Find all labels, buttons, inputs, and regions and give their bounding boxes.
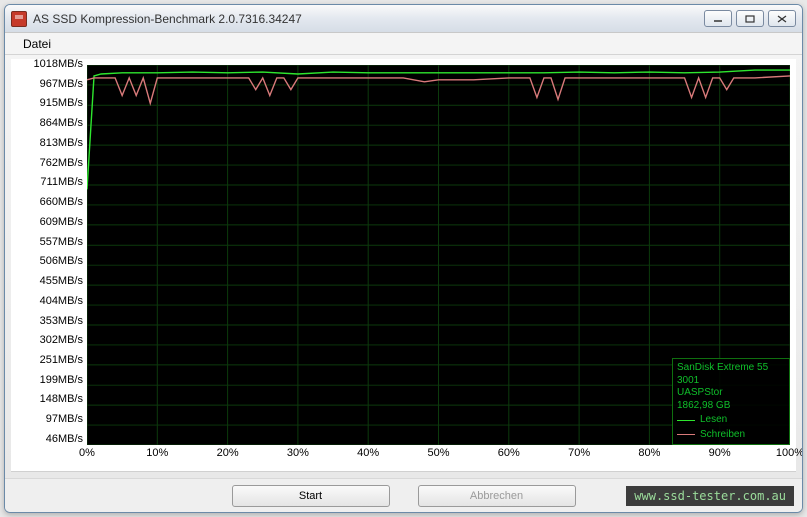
start-button[interactable]: Start xyxy=(232,485,390,507)
app-window: AS SSD Kompression-Benchmark 2.0.7316.34… xyxy=(4,4,803,513)
legend-write-row: Schreiben xyxy=(677,429,785,442)
minimize-icon xyxy=(713,15,723,23)
y-tick-label: 353MB/s xyxy=(11,316,83,327)
legend-write-label: Schreiben xyxy=(700,429,745,442)
legend-device: SanDisk Extreme 55 xyxy=(677,362,785,375)
y-tick-label: 967MB/s xyxy=(11,79,83,90)
y-tick-label: 97MB/s xyxy=(11,414,83,425)
x-tick-label: 90% xyxy=(709,447,731,459)
y-tick-label: 199MB/s xyxy=(11,375,83,386)
titlebar: AS SSD Kompression-Benchmark 2.0.7316.34… xyxy=(5,5,802,33)
y-tick-label: 711MB/s xyxy=(11,177,83,188)
x-tick-label: 70% xyxy=(568,447,590,459)
y-tick-label: 46MB/s xyxy=(11,434,83,445)
y-tick-label: 864MB/s xyxy=(11,118,83,129)
legend-capacity: 1862,98 GB xyxy=(677,400,785,413)
cancel-button: Abbrechen xyxy=(418,485,576,507)
y-tick-label: 251MB/s xyxy=(11,355,83,366)
y-tick-label: 455MB/s xyxy=(11,276,83,287)
client-area: 1018MB/s 967MB/s 915MB/s 864MB/s 813MB/s 762M… xyxy=(11,59,796,472)
x-tick-label: 20% xyxy=(217,447,239,459)
x-tick-label: 30% xyxy=(287,447,309,459)
y-tick-label: 762MB/s xyxy=(11,158,83,169)
y-tick-label: 506MB/s xyxy=(11,256,83,267)
window-title: AS SSD Kompression-Benchmark 2.0.7316.34… xyxy=(33,12,704,26)
menubar: Datei xyxy=(5,33,802,55)
y-tick-label: 148MB/s xyxy=(11,394,83,405)
legend-box: SanDisk Extreme 55 3001 UASPStor 1862,98… xyxy=(672,358,790,445)
legend-model: 3001 xyxy=(677,375,785,388)
y-tick-label: 404MB/s xyxy=(11,296,83,307)
x-tick-label: 0% xyxy=(79,447,95,459)
minimize-button[interactable] xyxy=(704,10,732,27)
legend-read-swatch xyxy=(677,420,695,421)
legend-write-swatch xyxy=(677,434,695,435)
watermark: www.ssd-tester.com.au xyxy=(626,486,794,506)
y-tick-label: 302MB/s xyxy=(11,335,83,346)
y-tick-label: 557MB/s xyxy=(11,237,83,248)
y-tick-label: 1018MB/s xyxy=(11,59,83,70)
x-axis-labels: 0%10%20%30%40%50%60%70%80%90%100% xyxy=(87,447,790,463)
x-tick-label: 50% xyxy=(427,447,449,459)
legend-read-label: Lesen xyxy=(700,414,727,427)
y-tick-label: 915MB/s xyxy=(11,98,83,109)
y-axis-labels: 1018MB/s 967MB/s 915MB/s 864MB/s 813MB/s 762M… xyxy=(11,59,87,445)
x-tick-label: 60% xyxy=(498,447,520,459)
maximize-button[interactable] xyxy=(736,10,764,27)
menu-file[interactable]: Datei xyxy=(15,35,59,53)
legend-controller: UASPStor xyxy=(677,387,785,400)
maximize-icon xyxy=(745,15,755,23)
y-tick-label: 660MB/s xyxy=(11,197,83,208)
x-tick-label: 40% xyxy=(357,447,379,459)
chart-area: 1018MB/s 967MB/s 915MB/s 864MB/s 813MB/s 762M… xyxy=(11,59,796,471)
x-tick-label: 10% xyxy=(146,447,168,459)
x-tick-label: 80% xyxy=(638,447,660,459)
legend-read-row: Lesen xyxy=(677,414,785,427)
window-controls xyxy=(704,10,796,27)
y-tick-label: 813MB/s xyxy=(11,138,83,149)
y-tick-label: 609MB/s xyxy=(11,217,83,228)
x-tick-label: 100% xyxy=(776,447,803,459)
app-icon xyxy=(11,11,27,27)
close-icon xyxy=(777,15,787,23)
close-button[interactable] xyxy=(768,10,796,27)
